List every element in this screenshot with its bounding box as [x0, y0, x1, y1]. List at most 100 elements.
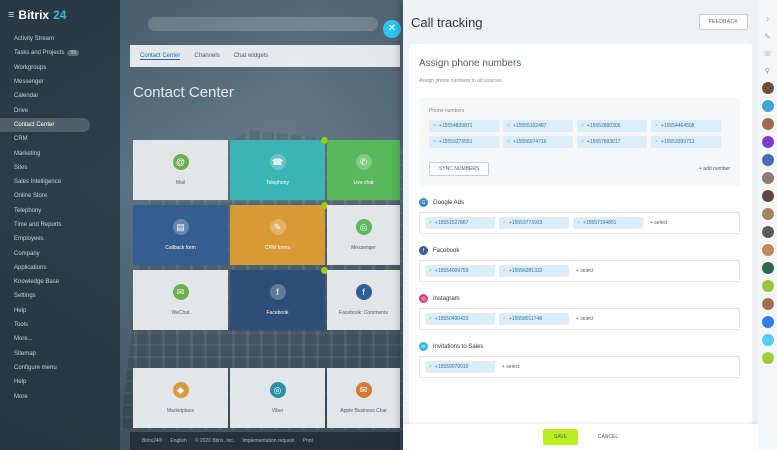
- sidebar-item[interactable]: Configure menu: [0, 361, 120, 375]
- remove-chip-icon[interactable]: ×: [581, 139, 584, 145]
- search-icon[interactable]: ⚲: [762, 65, 773, 76]
- tab-chat-widgets[interactable]: Chat widgets: [234, 53, 269, 59]
- channel-tile[interactable]: ✎ CRM forms: [230, 202, 328, 265]
- sidebar-item[interactable]: Tasks and Projects 99: [0, 46, 120, 60]
- remove-chip-icon[interactable]: ×: [429, 268, 432, 274]
- channel-tile[interactable]: f Facebook: [230, 267, 328, 330]
- avatar[interactable]: [761, 334, 774, 346]
- sidebar-item[interactable]: Applications: [0, 261, 120, 275]
- phone-number-chip[interactable]: × +15559273551: [429, 136, 499, 148]
- sidebar-item[interactable]: Online Store: [0, 189, 120, 203]
- avatar[interactable]: [761, 208, 774, 220]
- phone-number-chip[interactable]: × +15553399713: [651, 136, 721, 148]
- channel-tile[interactable]: f Facebook: Comments: [327, 270, 400, 330]
- sidebar-item[interactable]: Contact Center: [0, 117, 90, 133]
- sidebar-item[interactable]: Sales Intelligence: [0, 175, 120, 189]
- tab-contact-center[interactable]: Contact Center: [140, 53, 181, 60]
- avatar[interactable]: [761, 226, 774, 238]
- remove-chip-icon[interactable]: ×: [429, 220, 432, 226]
- add-number-link[interactable]: + add number: [699, 166, 730, 172]
- select-number-link[interactable]: + select: [576, 316, 593, 322]
- pin-icon[interactable]: ✎: [762, 31, 773, 42]
- remove-chip-icon[interactable]: ×: [507, 123, 510, 129]
- assigned-number-chip[interactable]: × +15553773923: [499, 217, 569, 229]
- remove-chip-icon[interactable]: ×: [429, 364, 432, 370]
- logo[interactable]: ≡ Bitrix 24: [0, 8, 120, 32]
- avatar[interactable]: [761, 118, 774, 130]
- sidebar-item[interactable]: Activity Stream: [0, 32, 120, 46]
- remove-chip-icon[interactable]: ×: [433, 123, 436, 129]
- channel-tile[interactable]: ◎ Viber: [230, 368, 325, 428]
- avatar[interactable]: [761, 352, 774, 364]
- channel-tile[interactable]: ▤ Callback form: [133, 205, 228, 265]
- save-button[interactable]: Save: [542, 429, 578, 445]
- avatar[interactable]: [761, 154, 774, 166]
- sidebar-item[interactable]: Drive: [0, 103, 120, 117]
- cancel-button[interactable]: Cancel: [598, 434, 618, 440]
- sync-numbers-button[interactable]: Sync numbers: [429, 162, 490, 176]
- bell-icon[interactable]: ♪: [762, 14, 773, 25]
- sidebar-item[interactable]: More...: [0, 332, 120, 346]
- assigned-number-chip[interactable]: × +15558011748: [499, 313, 569, 325]
- channel-tile[interactable]: ◆ Marketplace: [133, 368, 228, 428]
- ad-source-numbers-field[interactable]: × +15559079010 + select: [419, 356, 740, 378]
- sidebar-item[interactable]: Sites: [0, 161, 120, 175]
- remove-chip-icon[interactable]: ×: [507, 139, 510, 145]
- assigned-number-chip[interactable]: × +15550490433: [425, 313, 495, 325]
- avatar[interactable]: [761, 262, 774, 274]
- phone-number-chip[interactable]: × +15555102487: [503, 120, 573, 132]
- channel-tile[interactable]: ☎ Telephony: [230, 137, 328, 200]
- sidebar-item[interactable]: Time and Reports: [0, 218, 120, 232]
- menu-burger-icon[interactable]: ≡: [8, 9, 14, 21]
- remove-chip-icon[interactable]: ×: [577, 220, 580, 226]
- sidebar-item[interactable]: Messenger: [0, 75, 120, 89]
- avatar[interactable]: [761, 136, 774, 148]
- avatar[interactable]: [761, 244, 774, 256]
- avatar[interactable]: [761, 172, 774, 184]
- assigned-number-chip[interactable]: × +15556281332: [499, 265, 569, 277]
- assigned-number-chip[interactable]: × +15557194851: [573, 217, 643, 229]
- select-number-link[interactable]: + select: [502, 364, 519, 370]
- sidebar-item[interactable]: More: [0, 389, 120, 403]
- remove-chip-icon[interactable]: ×: [503, 268, 506, 274]
- footer-implementation[interactable]: Implementation request: [242, 438, 294, 444]
- sidebar-item[interactable]: Employees: [0, 232, 120, 246]
- remove-chip-icon[interactable]: ×: [581, 123, 584, 129]
- ad-source-numbers-field[interactable]: × +15551527867 × +15553773923 × +15557194851 +…: [419, 212, 740, 234]
- remove-chip-icon[interactable]: ×: [433, 139, 436, 145]
- sidebar-item[interactable]: Sitemap: [0, 347, 120, 361]
- sidebar-item[interactable]: Knowledge Base: [0, 275, 120, 289]
- assigned-number-chip[interactable]: × +15551527867: [425, 217, 495, 229]
- remove-chip-icon[interactable]: ×: [503, 220, 506, 226]
- remove-chip-icon[interactable]: ×: [655, 123, 658, 129]
- sidebar-item[interactable]: Help: [0, 375, 120, 389]
- assigned-number-chip[interactable]: × +15554009759: [425, 265, 495, 277]
- close-slider-icon[interactable]: ✕: [383, 20, 401, 38]
- remove-chip-icon[interactable]: ×: [503, 316, 506, 322]
- ad-source-numbers-field[interactable]: × +15550490433 × +15558011748 + select: [419, 308, 740, 330]
- sidebar-item[interactable]: Telephony: [0, 204, 120, 218]
- remove-chip-icon[interactable]: ×: [655, 139, 658, 145]
- sidebar-item[interactable]: Marketing: [0, 146, 120, 160]
- phone-number-chip[interactable]: × +15557593017: [577, 136, 647, 148]
- channel-tile[interactable]: ◎ Messenger: [327, 205, 400, 265]
- ad-source-numbers-field[interactable]: × +15554009759 × +15556281332 + select: [419, 260, 740, 282]
- avatar[interactable]: [761, 280, 774, 292]
- select-number-link[interactable]: + select: [576, 268, 593, 274]
- sidebar-item[interactable]: Calendar: [0, 89, 120, 103]
- phone-number-chip[interactable]: × +15556074716: [503, 136, 573, 148]
- channel-tile[interactable]: @ Mail: [133, 140, 228, 200]
- global-search-input[interactable]: [148, 17, 378, 31]
- channel-tile[interactable]: ✉ Apple Business Chat: [327, 368, 400, 428]
- sidebar-item[interactable]: CRM: [0, 132, 120, 146]
- phone-number-chip[interactable]: × +15554464508: [651, 120, 721, 132]
- avatar[interactable]: [761, 190, 774, 202]
- sidebar-item[interactable]: Workgroups: [0, 61, 120, 75]
- remove-chip-icon[interactable]: ×: [429, 316, 432, 322]
- phone-icon[interactable]: ☏: [762, 48, 773, 59]
- avatar[interactable]: [761, 100, 774, 112]
- assigned-number-chip[interactable]: × +15559079010: [425, 361, 495, 373]
- feedback-button[interactable]: Feedback: [698, 14, 748, 30]
- sidebar-item[interactable]: Company: [0, 246, 120, 260]
- avatar[interactable]: [761, 82, 774, 94]
